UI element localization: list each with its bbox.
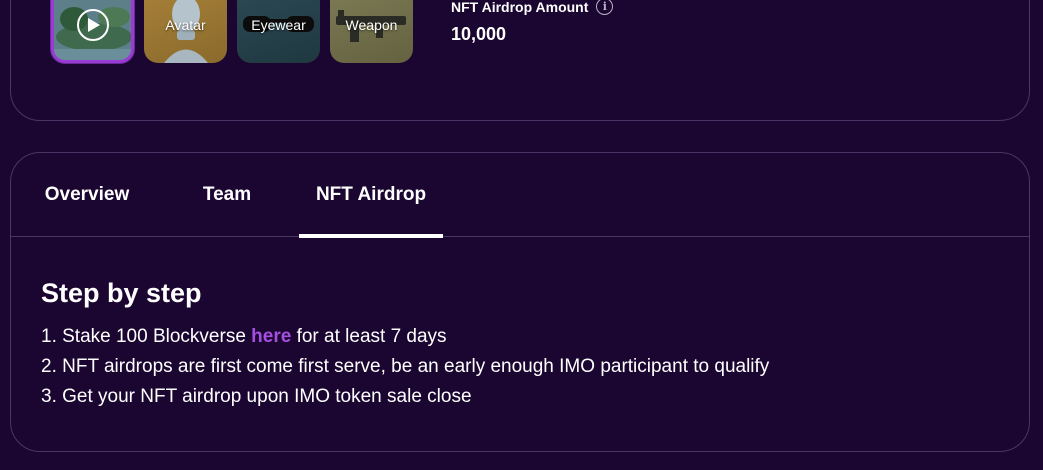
tab-content: Step by step 1. Stake 100 Blockverse her… <box>41 278 769 412</box>
thumbnail-label: Avatar <box>165 16 206 33</box>
stake-here-link[interactable]: here <box>251 326 291 347</box>
tab-overview[interactable]: Overview <box>42 153 132 237</box>
play-icon[interactable] <box>76 8 109 41</box>
step-text: for at least 7 days <box>291 326 447 347</box>
avatar-thumbnail[interactable]: Avatar <box>144 0 227 63</box>
airdrop-title-row: NFT Airdrop Amount i <box>451 0 614 15</box>
airdrop-amount-title: NFT Airdrop Amount <box>451 0 589 15</box>
info-icon[interactable]: i <box>596 0 614 15</box>
airdrop-amount-value: 10,000 <box>451 24 507 44</box>
nft-preview-card: Avatar Eyewear Weapon NFT Airdrop Amount… <box>10 0 1030 121</box>
steps-list: 1. Stake 100 Blockverse here for at leas… <box>41 322 769 412</box>
thumbnail-label: Eyewear <box>251 16 306 33</box>
step-text: 1. Stake 100 Blockverse <box>41 326 252 347</box>
step-item: 2. NFT airdrops are first come first ser… <box>41 356 770 377</box>
thumbnail-label: Weapon <box>345 16 398 33</box>
step-item: 1. Stake 100 Blockverse here for at leas… <box>41 322 769 352</box>
tab-bar: Overview Team NFT Airdrop <box>11 153 1029 238</box>
thumbnail-strip: Avatar Eyewear Weapon <box>51 0 413 63</box>
weapon-thumbnail[interactable]: Weapon <box>330 0 413 63</box>
eyewear-thumbnail[interactable]: Eyewear <box>237 0 320 63</box>
details-card: Overview Team NFT Airdrop Step by step 1… <box>10 152 1030 452</box>
step-item: 3. Get your NFT airdrop upon IMO token s… <box>41 386 472 407</box>
video-thumbnail[interactable] <box>51 0 134 63</box>
tab-team[interactable]: Team <box>189 153 265 237</box>
tab-nft-airdrop[interactable]: NFT Airdrop <box>299 153 443 238</box>
airdrop-info: NFT Airdrop Amount i 10,000 <box>451 0 614 45</box>
section-heading: Step by step <box>41 278 202 308</box>
